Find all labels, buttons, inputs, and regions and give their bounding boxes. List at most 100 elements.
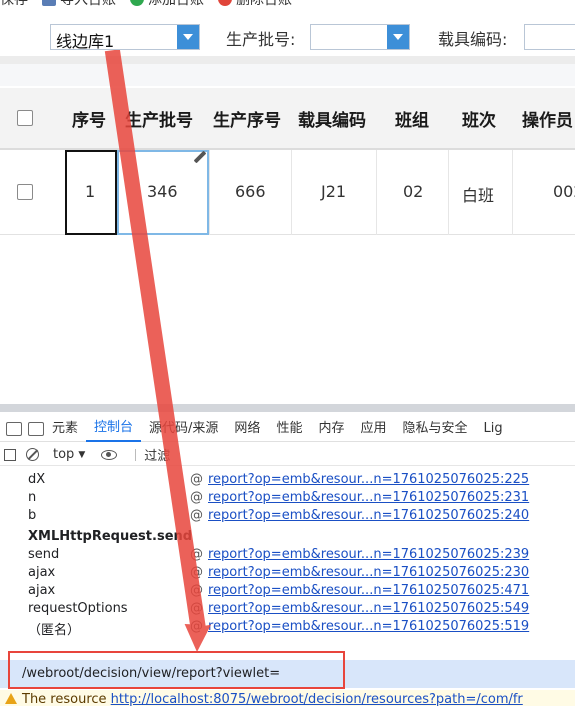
stack-fn: ajax [28,583,56,598]
annotation-highlight-box [8,651,345,689]
console-toolbar: top ▼ 过滤 [0,444,575,466]
report-toolbar: 保存 导入台账 添加台账 删除台账 [0,0,575,8]
cell-prod-seq: 666 [235,182,266,201]
divider-band [0,56,575,64]
stack-frame: ajax @ report?op=emb&resour...n=17610250… [28,583,575,601]
tab-elements[interactable]: 元素 [44,417,86,441]
batch-filter-label: 生产批号: [226,30,296,49]
context-value: top [53,447,75,462]
carrier-filter-label: 载具编码: [438,30,508,49]
stack-frame: （匿名） @ report?op=emb&resour...n=17610250… [28,619,575,638]
tab-application[interactable]: 应用 [352,417,394,441]
stack-at: @ [190,583,203,598]
stack-frame: requestOptions @ report?op=emb&resour...… [28,601,575,619]
stack-async-boundary: XMLHttpRequest.send [28,529,193,544]
stack-fn: （匿名） [28,623,81,638]
stack-source-link[interactable]: report?op=emb&resour...n=1761025076025:2… [208,547,529,562]
tab-lighthouse[interactable]: Lig [476,417,511,441]
stack-at: @ [190,508,203,523]
import-icon [42,0,56,6]
toolbar-delete-button[interactable]: 删除台账 [214,0,292,9]
stack-fn: n [28,490,37,505]
tab-privacy-security[interactable]: 隐私与安全 [394,417,475,441]
console-filter-input[interactable]: 过滤 [144,445,170,464]
chevron-down-icon[interactable] [387,25,409,49]
column-divider [291,150,292,235]
column-header-batch: 生产批号 [125,111,193,131]
tab-network[interactable]: 网络 [226,417,268,441]
stack-frame: send @ report?op=emb&resour...n=17610250… [28,547,575,565]
cell-shift: 白班 [462,186,495,205]
sidebar-toggle-icon[interactable] [4,448,16,461]
stack-source-link[interactable]: report?op=emb&resour...n=1761025076025:2… [208,508,529,523]
table-row[interactable]: 1 346 666 J21 02 白班 002 [0,150,575,235]
clear-console-icon[interactable] [26,448,39,461]
eye-icon[interactable] [101,449,118,460]
console-warning: The resource http://localhost:8075/webro… [0,690,575,706]
select-all-checkbox[interactable] [17,110,33,126]
toolbar-import-label: 导入台账 [60,0,116,8]
column-divider [376,150,377,235]
stack-frame: n @ report?op=emb&resour...n=17610250760… [28,490,575,508]
stack-frame: ajax @ report?op=emb&resour...n=17610250… [28,565,575,583]
tab-memory[interactable]: 内存 [310,417,352,441]
batch-filter-combobox[interactable] [310,24,410,50]
row-checkbox[interactable] [17,184,33,200]
carrier-filter-input[interactable] [524,24,575,50]
tab-performance[interactable]: 性能 [268,417,310,441]
stack-at: @ [190,601,203,616]
filter-separator [135,448,137,461]
tab-sources[interactable]: 源代码/来源 [141,417,226,441]
context-selector[interactable]: top ▼ [53,447,85,462]
stack-frame: XMLHttpRequest.send [28,529,575,547]
toolbar-add-button[interactable]: 添加台账 [126,0,204,9]
column-header-team: 班组 [395,111,429,131]
tab-console[interactable]: 控制台 [86,416,142,442]
cell-batch: 346 [147,182,178,201]
stack-fn: send [28,547,60,562]
cell-operator: 002 [553,182,575,201]
stack-fn: dX [28,472,46,487]
column-header-operator: 操作员 [522,111,573,131]
stack-source-link[interactable]: report?op=emb&resour...n=1761025076025:5… [208,601,529,616]
stack-at: @ [190,565,203,580]
column-divider [512,150,513,235]
add-circle-icon [130,0,144,6]
inspect-element-icon[interactable] [6,421,22,436]
stack-fn: requestOptions [28,601,128,616]
screenshot-root: 保存 导入台账 添加台账 删除台账 线边库1 生产批号: 载具编码: 序号 生产… [0,0,575,706]
warning-link[interactable]: http://localhost:8075/webroot/decision/r… [111,692,523,706]
toolbar-delete-label: 删除台账 [236,0,292,8]
column-header-seq: 序号 [72,111,106,131]
cell-carrier: J21 [321,182,347,201]
toolbar-save-label: 保存 [0,0,28,8]
cell-team: 02 [403,182,424,201]
toolbar-save-button[interactable]: 保存 [0,0,28,9]
warning-prefix: The resource [22,692,111,706]
line-store-combobox[interactable]: 线边库1 [50,24,200,51]
line-store-value: 线边库1 [56,32,115,51]
stack-frame: dX @ report?op=emb&resour...n=1761025076… [28,472,575,490]
spacer-band [0,64,575,86]
toolbar-import-button[interactable]: 导入台账 [38,0,116,9]
stack-fn: b [28,508,37,523]
stack-source-link[interactable]: report?op=emb&resour...n=1761025076025:4… [208,583,529,598]
device-toggle-icon[interactable] [28,421,44,436]
stack-at: @ [190,472,203,487]
warning-icon [5,693,17,704]
delete-circle-icon [218,0,232,6]
stack-source-link[interactable]: report?op=emb&resour...n=1761025076025:2… [208,472,529,487]
stack-at: @ [190,490,203,505]
column-divider [209,150,210,235]
stack-source-link[interactable]: report?op=emb&resour...n=1761025076025:5… [208,619,529,634]
stack-source-link[interactable]: report?op=emb&resour...n=1761025076025:2… [208,490,529,505]
toolbar-add-label: 添加台账 [148,0,204,8]
devtools-resize-bar[interactable] [0,404,575,412]
warning-text: The resource http://localhost:8075/webro… [22,692,523,706]
chevron-down-icon[interactable] [177,25,199,49]
stack-source-link[interactable]: report?op=emb&resour...n=1761025076025:2… [208,565,529,580]
caret-down-icon: ▼ [78,449,86,460]
stack-fn: ajax [28,565,56,580]
cell-seq: 1 [85,182,96,201]
stack-frame: b @ report?op=emb&resour...n=17610250760… [28,508,575,526]
